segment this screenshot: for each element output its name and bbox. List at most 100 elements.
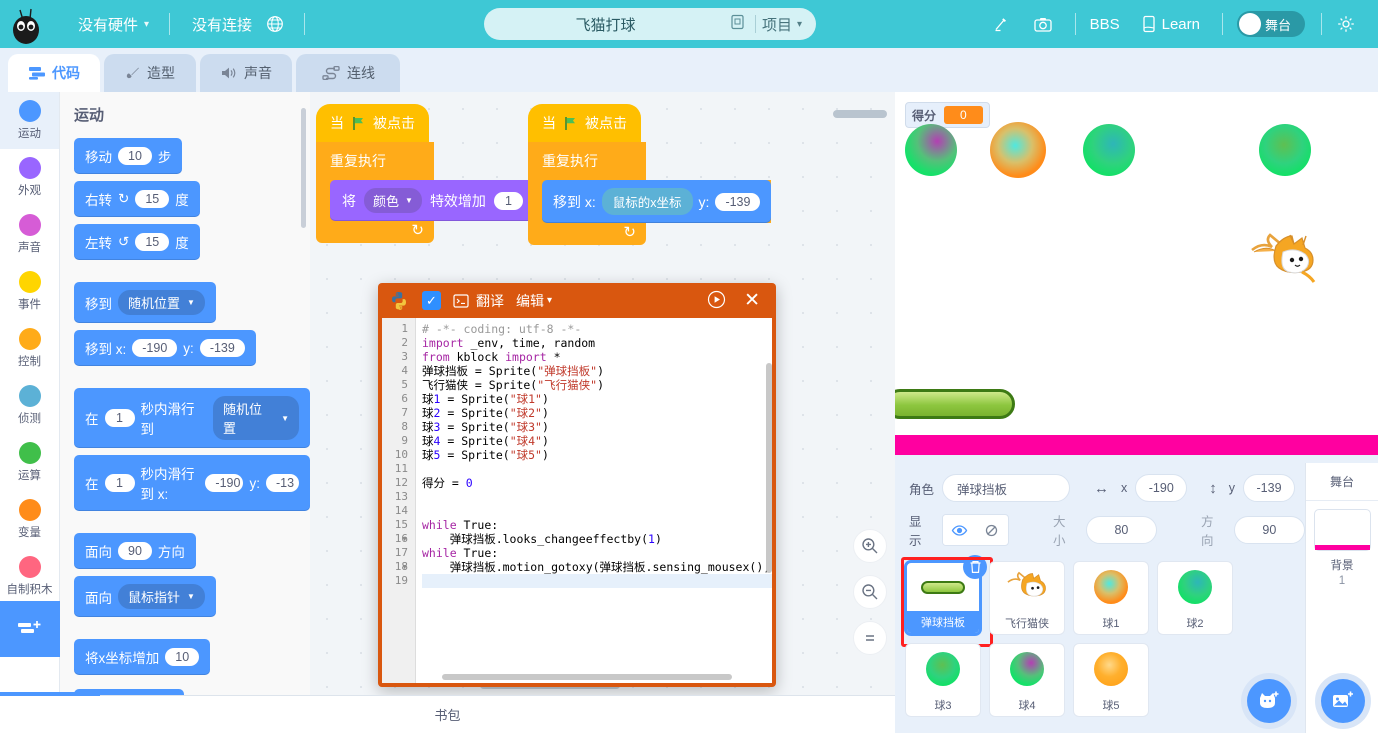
block-point-direction[interactable]: 面向 90 方向 <box>74 533 196 569</box>
block-goto-xy[interactable]: 移到 x: -190 y: -139 <box>74 330 256 366</box>
category-events[interactable]: 事件 <box>0 263 59 320</box>
block-input[interactable]: 90 <box>118 542 152 560</box>
block-dropdown[interactable]: 随机位置 ▼ <box>118 290 205 315</box>
translate-button[interactable]: 翻译 <box>453 291 504 311</box>
block-turn-right[interactable]: 右转 ↻ 15 度 <box>74 181 200 217</box>
block-input[interactable]: 15 <box>135 190 170 208</box>
category-control[interactable]: 控制 <box>0 320 59 377</box>
backpack-bar[interactable]: 书包 <box>0 692 895 733</box>
hardware-selector[interactable]: 没有硬件 ▾ <box>78 14 149 35</box>
flying-cat-sprite[interactable] <box>1250 232 1316 289</box>
add-extension-button[interactable] <box>0 601 60 657</box>
block-input-y[interactable]: -139 <box>715 192 761 211</box>
code-line[interactable]: 球3 = Sprite("球3") <box>422 420 772 434</box>
sprite-thumbnail-3[interactable]: 球1 <box>1073 561 1149 635</box>
code-line[interactable]: 球1 = Sprite("球1") <box>422 392 772 406</box>
script-stack-2[interactable]: 当 被点击 重复执行 移到 x: 鼠标的x坐标 y: -139 ↻ <box>528 104 772 245</box>
paddle-sprite[interactable] <box>895 389 1015 419</box>
code-line[interactable]: 得分 = 0 <box>422 476 772 490</box>
code-line[interactable]: 飞行猫侠 = Sprite("飞行猫侠") <box>422 378 772 392</box>
block-input-x[interactable]: -190 <box>205 474 244 492</box>
category-looks[interactable]: 外观 <box>0 149 59 206</box>
code-line[interactable]: 弹球挡板 = Sprite("弹球挡板") <box>422 364 772 378</box>
delete-sprite-icon[interactable] <box>963 555 987 579</box>
block-palette[interactable]: 运动 移动 10 步 右转 ↻ 15 度 左转 ↺ 15 度 移到 随机位置 ▼ … <box>60 92 310 695</box>
ball-4[interactable] <box>1259 124 1311 176</box>
project-menu[interactable]: 项目 ▾ <box>762 14 816 35</box>
block-forever-2[interactable]: 重复执行 <box>528 142 646 180</box>
reporter-mouse-x[interactable]: 鼠标的x坐标 <box>601 188 693 215</box>
run-button[interactable] <box>707 290 726 312</box>
code-line[interactable]: from kblock import * <box>422 350 772 364</box>
camera-icon[interactable] <box>1033 15 1053 34</box>
code-line[interactable]: 球5 = Sprite("球5") <box>422 448 772 462</box>
code-line[interactable]: while True: <box>422 546 772 560</box>
block-change-effect-by[interactable]: 将 颜色 ▼ 特效增加 1 <box>330 180 535 221</box>
save-file-icon[interactable] <box>727 14 749 34</box>
hide-button[interactable] <box>975 515 1008 545</box>
code-line[interactable] <box>422 490 772 504</box>
direction-input[interactable]: 90 <box>1233 516 1305 544</box>
category-operators[interactable]: 运算 <box>0 434 59 491</box>
python-editor-body[interactable]: 1 2 3 4 5 6 7 8 9 10 11 12 13 14 15 ▾ 16 17 ▾ 18 19 # -*- … <box>382 318 772 683</box>
block-input[interactable]: 1 <box>493 191 523 210</box>
sprite-thumbnail-list[interactable]: 弹球挡板 飞行猫侠 球1 球2 球3 球4 球5 <box>895 555 1305 733</box>
block-goto-position[interactable]: 移到 随机位置 ▼ <box>74 282 216 323</box>
category-sound[interactable]: 声音 <box>0 206 59 263</box>
script-stack-1[interactable]: 当 被点击 重复执行 将 颜色 ▼ 特效增加 1 ↻ <box>316 104 535 243</box>
code-line[interactable] <box>422 462 772 476</box>
gear-icon[interactable] <box>1336 14 1356 34</box>
category-my-blocks[interactable]: 自制积木 <box>0 548 59 605</box>
edit-pencil-icon[interactable] <box>992 15 1011 34</box>
backdrop-thumbnail[interactable] <box>1313 509 1371 551</box>
stage[interactable]: 得分 0 <box>895 92 1378 455</box>
block-glide-to-xy[interactable]: 在 1 秒内滑行到 x: -190 y: -13 <box>74 455 310 511</box>
sprite-thumbnail-1[interactable]: 弹球挡板 <box>901 555 993 647</box>
tab-wiring[interactable]: 连线 <box>296 54 400 92</box>
connection-status[interactable]: 没有连接 <box>192 14 252 35</box>
size-input[interactable]: 80 <box>1085 516 1158 544</box>
python-code-window[interactable]: ✓ 翻译 编辑 ▾ ✕ 1 2 3 4 5 6 7 8 9 10 11 12 13 14 15 ▾ 16 17 … <box>378 283 776 687</box>
block-input[interactable]: 1 <box>104 409 135 427</box>
code-line[interactable]: while True: <box>422 518 772 532</box>
ball-1[interactable] <box>905 124 957 176</box>
tab-code[interactable]: 代码 <box>8 54 100 92</box>
block-glide-to-position[interactable]: 在 1 秒内滑行到 随机位置 ▼ <box>74 388 310 448</box>
stage-toggle[interactable]: 舞台 <box>1237 11 1305 37</box>
zoom-in-button[interactable] <box>853 529 887 563</box>
code-line[interactable]: 球2 = Sprite("球2") <box>422 406 772 420</box>
block-turn-left[interactable]: 左转 ↺ 15 度 <box>74 224 200 260</box>
palette-scrollbar[interactable] <box>301 108 306 228</box>
block-move-steps[interactable]: 移动 10 步 <box>74 138 183 174</box>
code-scrollbar-vertical[interactable] <box>766 363 772 573</box>
app-logo[interactable] <box>10 4 56 44</box>
block-input[interactable]: 1 <box>104 474 135 492</box>
add-backdrop-button[interactable] <box>1321 679 1365 723</box>
category-motion[interactable]: 运动 <box>0 92 59 149</box>
close-button[interactable]: ✕ <box>744 289 760 312</box>
category-variables[interactable]: 变量 <box>0 491 59 548</box>
code-line[interactable] <box>422 504 772 518</box>
block-input-y[interactable]: -139 <box>199 339 245 357</box>
y-input[interactable]: -139 <box>1243 474 1296 502</box>
tab-costumes[interactable]: 造型 <box>104 54 196 92</box>
globe-icon[interactable] <box>266 15 284 33</box>
code-line[interactable]: import _env, time, random <box>422 336 772 350</box>
block-change-x-by[interactable]: 将x坐标增加 10 <box>74 639 211 675</box>
block-input-x[interactable]: -190 <box>132 339 178 357</box>
block-input[interactable]: 10 <box>165 648 200 666</box>
sprite-thumbnail-4[interactable]: 球2 <box>1157 561 1233 635</box>
block-goto-xy-script[interactable]: 移到 x: 鼠标的x坐标 y: -139 <box>542 180 772 223</box>
code-line[interactable]: # -*- coding: utf-8 -*- <box>422 322 772 336</box>
block-forever[interactable]: 重复执行 <box>316 142 434 180</box>
tab-sounds[interactable]: 声音 <box>200 54 292 92</box>
show-button[interactable] <box>942 515 976 545</box>
code-line[interactable]: 弹球挡板.looks_changeeffectby(1) <box>422 532 772 546</box>
bbs-link[interactable]: BBS <box>1090 16 1120 33</box>
block-input[interactable]: 10 <box>118 147 152 165</box>
sprite-name-input[interactable]: 弹球挡板 <box>942 474 1071 502</box>
block-input[interactable]: 15 <box>135 233 170 251</box>
sprite-thumbnail-2[interactable]: 飞行猫侠 <box>989 561 1065 635</box>
learn-link[interactable]: Learn <box>1142 15 1200 33</box>
sprite-thumbnail-7[interactable]: 球5 <box>1073 643 1149 717</box>
